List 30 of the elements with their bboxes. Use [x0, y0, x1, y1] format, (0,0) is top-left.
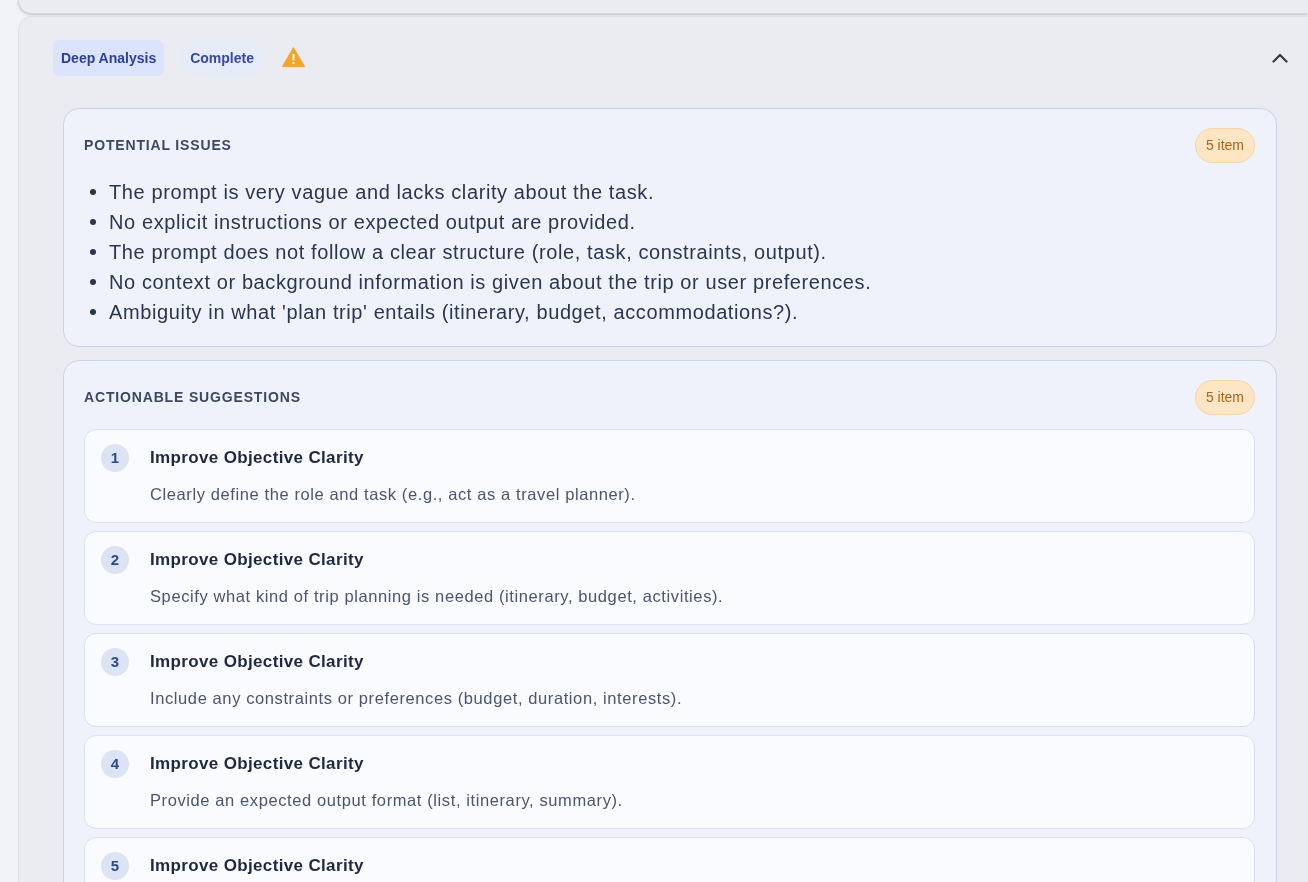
suggestion-text: Provide an expected output format (list, itinerary, summary). — [150, 790, 623, 811]
suggestion-title: Improve Objective Clarity — [150, 753, 365, 775]
suggestion-text: Include any constraints or preferences (budget, duration, interests). — [150, 688, 683, 709]
bullet-icon — [90, 279, 96, 285]
bullet-icon — [90, 309, 96, 315]
suggestion-text: Clearly define the role and task (e.g., act as a travel planner). — [150, 484, 636, 505]
issue-text: Ambiguity in what 'plan trip' entails (itinerary, budget, accommodations?). — [109, 300, 799, 325]
issue-text: The prompt does not follow a clear structure (role, task, constraints, output). — [109, 240, 827, 265]
issue-text: No context or background information is given about the trip or user preferences. — [109, 270, 872, 295]
number-badge: 1 — [101, 444, 129, 472]
suggestion-title: Improve Objective Clarity — [150, 855, 364, 877]
number-badge: 2 — [101, 546, 129, 574]
count-badge: 5 item — [1194, 128, 1255, 163]
bullet-icon — [90, 249, 96, 255]
mode-tag: Deep Analysis — [53, 40, 165, 76]
bullet-icon — [90, 189, 96, 195]
issue-text: The prompt is very vague and lacks clarity about the task. — [109, 180, 655, 205]
issue-text: No explicit instructions or expected output are provided. — [109, 210, 636, 235]
suggestion-title: Improve Objective Clarity — [150, 549, 365, 571]
suggestion-text: Specify what kind of trip planning is needed (itinerary, budget, activities). — [150, 586, 724, 607]
suggestion-title: Improve Objective Clarity — [150, 447, 365, 469]
status-tag: Complete — [179, 40, 265, 76]
bullet-icon — [90, 219, 96, 225]
section-title: ACTIONABLE SUGGESTIONS — [84, 388, 301, 407]
number-badge: 4 — [101, 750, 129, 778]
section-title: POTENTIAL ISSUES — [84, 136, 232, 155]
count-badge: 5 item — [1194, 380, 1255, 415]
number-badge: 5 — [101, 852, 129, 880]
number-badge: 3 — [101, 648, 129, 676]
suggestion-title: Improve Objective Clarity — [150, 651, 365, 673]
